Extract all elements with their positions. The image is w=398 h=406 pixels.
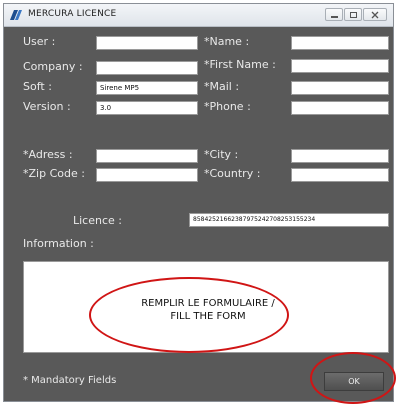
zip-code-field[interactable]	[96, 168, 198, 182]
company-label: Company :	[23, 60, 83, 73]
phone-field[interactable]	[291, 101, 389, 115]
version-field[interactable]: 3.0	[96, 101, 198, 115]
information-label: Information :	[23, 237, 94, 250]
name-label: *Name :	[204, 35, 250, 48]
annotation-line-1: REMPLIR LE FORMULAIRE /	[141, 298, 275, 309]
licence-label: Licence :	[73, 214, 122, 227]
annotation-text: REMPLIR LE FORMULAIRE / FILL THE FORM	[113, 297, 303, 323]
soft-field[interactable]: Sirene MP5	[96, 81, 198, 95]
name-field[interactable]	[291, 36, 389, 50]
phone-label: *Phone :	[204, 100, 251, 113]
mail-field[interactable]	[291, 81, 389, 95]
title-bar: MERCURA LICENCE	[4, 4, 393, 27]
close-icon	[371, 11, 379, 19]
user-field[interactable]	[96, 36, 198, 50]
country-field[interactable]	[291, 168, 389, 182]
user-label: User :	[23, 35, 56, 48]
maximize-button[interactable]	[344, 8, 362, 21]
minimize-button[interactable]	[325, 8, 343, 21]
app-icon	[10, 10, 22, 20]
licence-window: MERCURA LICENCE User : Company : Soft : …	[3, 3, 394, 402]
city-field[interactable]	[291, 149, 389, 163]
ok-annotation-ellipse	[310, 352, 396, 404]
first-name-field[interactable]	[291, 59, 389, 73]
mandatory-note: * Mandatory Fields	[23, 375, 117, 386]
minimize-icon	[331, 16, 338, 18]
mail-label: *Mail :	[204, 80, 240, 93]
company-field[interactable]	[96, 61, 198, 75]
country-label: *Country :	[204, 167, 261, 180]
close-button[interactable]	[363, 8, 387, 21]
city-label: *City :	[204, 148, 239, 161]
version-label: Version :	[23, 100, 71, 113]
adress-label: *Adress :	[23, 148, 73, 161]
adress-field[interactable]	[96, 149, 198, 163]
zip-code-label: *Zip Code :	[23, 167, 85, 180]
annotation-line-2: FILL THE FORM	[170, 311, 246, 322]
licence-field[interactable]: 85842521662387975242708253155234	[189, 213, 389, 227]
first-name-label: *First Name :	[204, 58, 276, 71]
soft-label: Soft :	[23, 80, 52, 93]
annotation-layer: REMPLIR LE FORMULAIRE / FILL THE FORM	[23, 261, 389, 353]
form-area: User : Company : Soft : Sirene MP5 Versi…	[4, 27, 393, 401]
maximize-icon	[350, 12, 357, 18]
window-title: MERCURA LICENCE	[28, 9, 117, 19]
